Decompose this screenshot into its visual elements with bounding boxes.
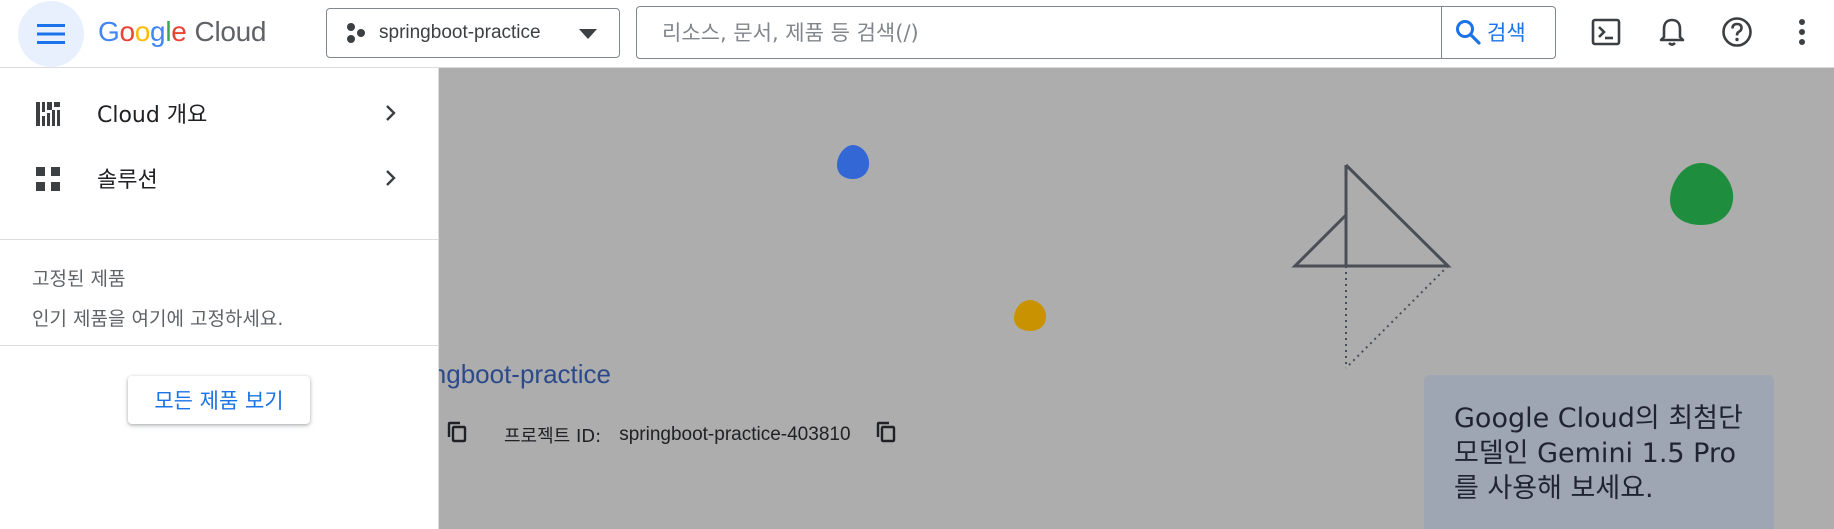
copy-icon bbox=[447, 421, 467, 443]
nav-item-label: 솔루션 bbox=[97, 168, 158, 193]
view-all-products-button[interactable]: 모든 제품 보기 bbox=[128, 376, 310, 424]
nav-item-label: Cloud 개요 bbox=[97, 103, 208, 128]
terminal-icon bbox=[1591, 18, 1621, 46]
promo-text: Google Cloud의 최첨단 모델인 Gemini 1.5 Pro를 사용… bbox=[1454, 403, 1743, 504]
dropdown-caret-icon bbox=[579, 29, 597, 39]
nav-item-cloud-overview[interactable]: Cloud 개요 bbox=[0, 84, 439, 142]
drawer-divider bbox=[0, 345, 439, 346]
help-icon bbox=[1722, 17, 1752, 47]
search-divider bbox=[1441, 7, 1442, 58]
pinned-products-heading: 고정된 제품 bbox=[32, 268, 126, 290]
more-options-button[interactable] bbox=[1782, 12, 1822, 52]
chevron-right-icon bbox=[386, 170, 396, 186]
more-vert-icon bbox=[1799, 19, 1805, 45]
project-name: springboot-practice bbox=[379, 22, 541, 43]
search-button[interactable]: 검색 bbox=[1455, 15, 1526, 49]
search-bar: 검색 bbox=[636, 6, 1556, 59]
project-dots-icon bbox=[347, 23, 365, 43]
dashboard-icon bbox=[36, 102, 60, 126]
project-id-label: 프로젝트 ID: bbox=[504, 426, 602, 447]
project-picker[interactable]: springboot-practice bbox=[326, 8, 620, 58]
solutions-grid-icon bbox=[36, 167, 60, 191]
project-title: ingboot-practice bbox=[426, 359, 611, 389]
top-bar: GoogleCloud springboot-practice 검색 bbox=[0, 0, 1834, 68]
notifications-button[interactable] bbox=[1652, 12, 1692, 52]
search-icon bbox=[1456, 20, 1481, 45]
hamburger-menu-icon bbox=[37, 24, 65, 44]
chevron-right-icon bbox=[386, 105, 396, 121]
search-button-label: 검색 bbox=[1487, 21, 1526, 45]
cloud-shell-button[interactable] bbox=[1586, 12, 1626, 52]
gemini-promo-card[interactable]: Google Cloud의 최첨단 모델인 Gemini 1.5 Pro를 사용… bbox=[1424, 375, 1774, 529]
copy-project-id-button[interactable] bbox=[875, 420, 897, 450]
bell-icon bbox=[1659, 18, 1685, 46]
copy-project-name-button[interactable] bbox=[446, 420, 468, 450]
logo-product-name: Cloud bbox=[194, 16, 267, 47]
help-button[interactable] bbox=[1717, 12, 1757, 52]
nav-item-solutions[interactable]: 솔루션 bbox=[0, 149, 439, 207]
search-input[interactable] bbox=[638, 8, 1440, 57]
drawer-divider bbox=[0, 239, 439, 240]
hamburger-menu-button[interactable] bbox=[18, 1, 84, 67]
google-cloud-logo[interactable]: Go o g l e Cloud bbox=[98, 14, 267, 50]
copy-icon bbox=[876, 421, 895, 443]
project-id-value: springboot-practice-403810 bbox=[619, 424, 851, 445]
project-info-row: 프로젝트 ID: springboot-practice-403810 bbox=[446, 420, 897, 450]
navigation-drawer: Cloud 개요 솔루션 고정된 제품 인기 제품을 여기에 고정하세요. 모든… bbox=[0, 68, 439, 529]
pinned-products-empty-text: 인기 제품을 여기에 고정하세요. bbox=[32, 308, 284, 330]
